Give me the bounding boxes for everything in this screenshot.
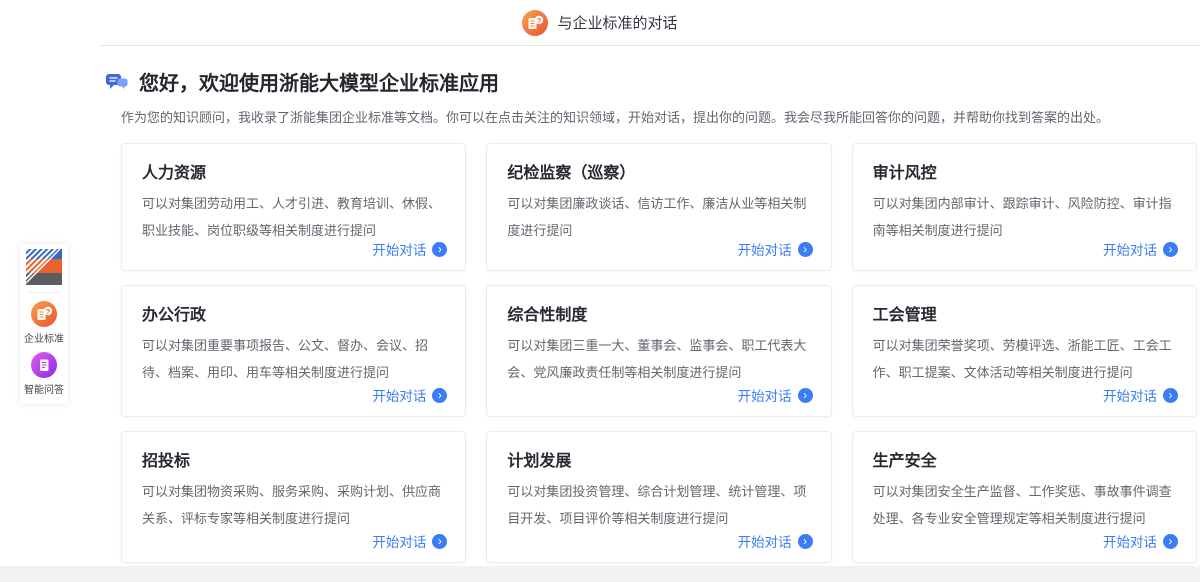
arrow-right-icon: › bbox=[432, 242, 447, 257]
arrow-right-icon: › bbox=[798, 388, 813, 403]
enterprise-standards-icon: ? bbox=[522, 10, 548, 36]
arrow-right-icon: › bbox=[1163, 534, 1178, 549]
start-chat-link[interactable]: 开始对话 › bbox=[372, 239, 447, 259]
category-card-grid: 人力资源 可以对集团劳动用工、人才引进、教育培训、休假、职业技能、岗位职级等相关… bbox=[121, 143, 1197, 563]
start-chat-link[interactable]: 开始对话 › bbox=[372, 531, 447, 551]
card-description: 可以对集团内部审计、跟踪审计、风险防控、审计指南等相关制度进行提问 bbox=[873, 190, 1176, 244]
arrow-right-icon: › bbox=[1163, 242, 1178, 257]
category-card[interactable]: 招投标 可以对集团物资采购、服务采购、采购计划、供应商关系、评标专家等相关制度进… bbox=[121, 431, 466, 563]
sidebar-divider bbox=[28, 292, 60, 293]
arrow-right-icon: › bbox=[798, 534, 813, 549]
app-header: ? 与企业标准的对话 bbox=[0, 0, 1200, 45]
card-description: 可以对集团投资管理、综合计划管理、统计管理、项目开发、项目评价等相关制度进行提问 bbox=[507, 478, 810, 532]
card-title: 计划发展 bbox=[507, 447, 810, 471]
sidebar-item-label: 智能问答 bbox=[24, 381, 64, 396]
start-chat-link[interactable]: 开始对话 › bbox=[738, 385, 813, 405]
chat-bubbles-icon bbox=[105, 70, 129, 94]
start-chat-link[interactable]: 开始对话 › bbox=[1103, 531, 1178, 551]
card-description: 可以对集团安全生产监督、工作奖惩、事故事件调查处理、各专业安全管理规定等相关制度… bbox=[873, 478, 1176, 532]
card-title: 审计风控 bbox=[873, 159, 1176, 183]
category-card[interactable]: 生产安全 可以对集团安全生产监督、工作奖惩、事故事件调查处理、各专业安全管理规定… bbox=[852, 431, 1197, 563]
page-bottom-strip bbox=[0, 566, 1200, 582]
start-chat-label: 开始对话 bbox=[738, 239, 792, 259]
card-description: 可以对集团廉政谈话、信访工作、廉洁从业等相关制度进行提问 bbox=[507, 190, 810, 244]
start-chat-label: 开始对话 bbox=[1103, 239, 1157, 259]
card-title: 招投标 bbox=[142, 447, 445, 471]
category-card[interactable]: 综合性制度 可以对集团三重一大、董事会、监事会、职工代表大会、党风廉政责任制等相… bbox=[486, 285, 831, 417]
start-chat-link[interactable]: 开始对话 › bbox=[1103, 385, 1178, 405]
start-chat-link[interactable]: 开始对话 › bbox=[738, 531, 813, 551]
start-chat-link[interactable]: 开始对话 › bbox=[372, 385, 447, 405]
card-title: 工会管理 bbox=[873, 301, 1176, 325]
start-chat-link[interactable]: 开始对话 › bbox=[1103, 239, 1178, 259]
arrow-right-icon: › bbox=[1163, 388, 1178, 403]
start-chat-label: 开始对话 bbox=[1103, 531, 1157, 551]
start-chat-label: 开始对话 bbox=[372, 385, 426, 405]
app-title: 与企业标准的对话 bbox=[557, 12, 677, 33]
doc-question-icon: ? bbox=[31, 301, 57, 327]
category-card[interactable]: 审计风控 可以对集团内部审计、跟踪审计、风险防控、审计指南等相关制度进行提问 开… bbox=[852, 143, 1197, 271]
card-description: 可以对集团重要事项报告、公文、督办、会议、招待、档案、用印、用车等相关制度进行提… bbox=[142, 332, 445, 386]
card-title: 办公行政 bbox=[142, 301, 445, 325]
card-description: 可以对集团劳动用工、人才引进、教育培训、休假、职业技能、岗位职级等相关制度进行提… bbox=[142, 190, 445, 244]
arrow-right-icon: › bbox=[432, 534, 447, 549]
category-card[interactable]: 计划发展 可以对集团投资管理、综合计划管理、统计管理、项目开发、项目评价等相关制… bbox=[486, 431, 831, 563]
doc-chat-icon bbox=[31, 352, 57, 378]
card-title: 综合性制度 bbox=[507, 301, 810, 325]
arrow-right-icon: › bbox=[432, 388, 447, 403]
floating-sidebar: ? 企业标准 智能问答 bbox=[20, 244, 68, 404]
arrow-right-icon: › bbox=[798, 242, 813, 257]
welcome-section: 您好，欢迎使用浙能大模型企业标准应用 作为您的知识顾问，我收录了浙能集团企业标准… bbox=[121, 67, 1197, 126]
category-card[interactable]: 办公行政 可以对集团重要事项报告、公文、督办、会议、招待、档案、用印、用车等相关… bbox=[121, 285, 466, 417]
card-description: 可以对集团三重一大、董事会、监事会、职工代表大会、党风廉政责任制等相关制度进行提… bbox=[507, 332, 810, 386]
zhenergy-logo[interactable] bbox=[26, 249, 62, 285]
svg-text:?: ? bbox=[46, 307, 51, 316]
welcome-title: 您好，欢迎使用浙能大模型企业标准应用 bbox=[139, 67, 499, 96]
category-card[interactable]: 人力资源 可以对集团劳动用工、人才引进、教育培训、休假、职业技能、岗位职级等相关… bbox=[121, 143, 466, 271]
start-chat-link[interactable]: 开始对话 › bbox=[738, 239, 813, 259]
welcome-subtitle: 作为您的知识顾问，我收录了浙能集团企业标准等文档。你可以在点击关注的知识领域，开… bbox=[121, 107, 1197, 126]
card-description: 可以对集团物资采购、服务采购、采购计划、供应商关系、评标专家等相关制度进行提问 bbox=[142, 478, 445, 532]
start-chat-label: 开始对话 bbox=[1103, 385, 1157, 405]
start-chat-label: 开始对话 bbox=[738, 385, 792, 405]
category-card[interactable]: 工会管理 可以对集团荣誉奖项、劳模评选、浙能工匠、工会工作、职工提案、文体活动等… bbox=[852, 285, 1197, 417]
start-chat-label: 开始对话 bbox=[372, 531, 426, 551]
sidebar-item-label: 企业标准 bbox=[24, 330, 64, 345]
sidebar-item-smart-qa[interactable]: 智能问答 bbox=[24, 352, 64, 396]
card-title: 人力资源 bbox=[142, 159, 445, 183]
main-content: 您好，欢迎使用浙能大模型企业标准应用 作为您的知识顾问，我收录了浙能集团企业标准… bbox=[121, 45, 1197, 563]
svg-text:?: ? bbox=[537, 15, 542, 24]
card-title: 生产安全 bbox=[873, 447, 1176, 471]
start-chat-label: 开始对话 bbox=[738, 531, 792, 551]
card-title: 纪检监察（巡察） bbox=[507, 159, 810, 183]
card-description: 可以对集团荣誉奖项、劳模评选、浙能工匠、工会工作、职工提案、文体活动等相关制度进… bbox=[873, 332, 1176, 386]
start-chat-label: 开始对话 bbox=[372, 239, 426, 259]
sidebar-item-enterprise-standards[interactable]: ? 企业标准 bbox=[24, 301, 64, 345]
category-card[interactable]: 纪检监察（巡察） 可以对集团廉政谈话、信访工作、廉洁从业等相关制度进行提问 开始… bbox=[486, 143, 831, 271]
